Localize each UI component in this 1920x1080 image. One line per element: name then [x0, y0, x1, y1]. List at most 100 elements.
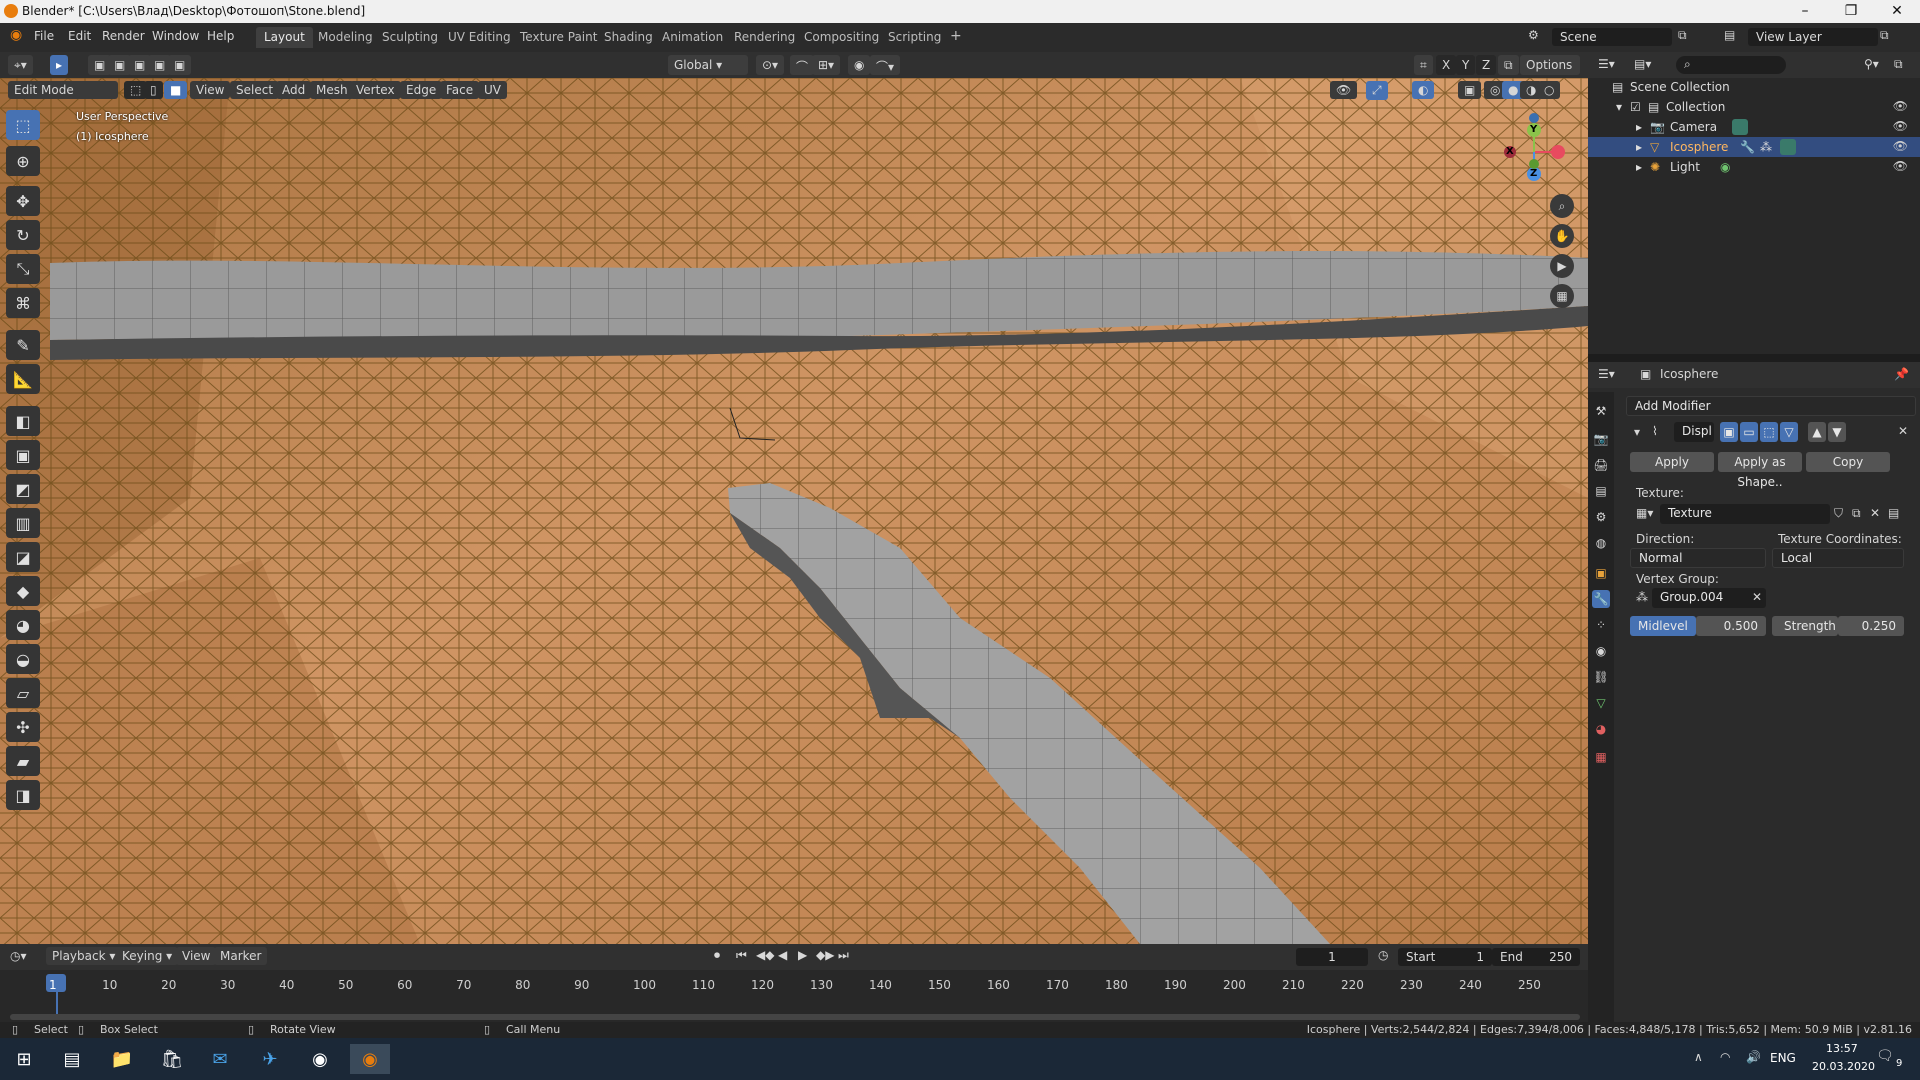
annotate-tool-icon[interactable]: ✎ — [6, 330, 40, 360]
midlevel-value[interactable]: 0.500 — [1696, 616, 1766, 636]
apply-as-shape-button[interactable]: Apply as Shape.. — [1718, 452, 1802, 489]
modifier-collapse-icon[interactable]: ▾ — [1634, 425, 1640, 439]
file-explorer-icon[interactable]: 📁 — [102, 1044, 142, 1074]
texture-browse-icon[interactable]: ▦▾ — [1636, 506, 1653, 520]
gizmo-toggle-icon[interactable]: ⤢ — [1366, 81, 1388, 100]
tab-rendering[interactable]: Rendering — [726, 27, 803, 48]
expand-icon[interactable]: ▸ — [1636, 160, 1642, 174]
rotate-tool-icon[interactable]: ↻ — [6, 220, 40, 250]
unlink-texture-icon[interactable]: ✕ — [1870, 506, 1880, 520]
tray-arrow-icon[interactable]: ∧ — [1694, 1050, 1703, 1064]
tab-uv-editing[interactable]: UV Editing — [440, 27, 519, 48]
menu-mesh[interactable]: Mesh — [310, 81, 354, 99]
show-in-editmode-icon[interactable]: ▣ — [1720, 422, 1738, 442]
move-up-icon[interactable]: ▲ — [1808, 422, 1826, 442]
shear-tool-icon[interactable]: ▰ — [6, 746, 40, 776]
menu-edge[interactable]: Edge — [400, 81, 443, 99]
show-in-viewport-icon[interactable]: ▭ — [1740, 422, 1758, 442]
outliner-camera[interactable]: ▸ 📷 Camera 👁 — [1588, 117, 1920, 137]
filter-icon[interactable]: ⚲▾ — [1864, 57, 1879, 71]
language-indicator[interactable]: ENG — [1770, 1051, 1796, 1065]
menu-select[interactable]: Select — [230, 81, 280, 99]
material-tab-icon[interactable]: ◕ — [1592, 720, 1610, 738]
tab-shading[interactable]: Shading — [596, 27, 661, 48]
edge-slide-tool-icon[interactable]: ▱ — [6, 678, 40, 708]
blender-menu-icon[interactable]: ◉ — [10, 27, 22, 43]
proportional-falloff-icon[interactable]: ⌒▾ — [870, 55, 901, 75]
strength-label[interactable]: Strength — [1772, 616, 1838, 636]
particles-tab-icon[interactable]: ⁘ — [1592, 616, 1610, 634]
mesh-data-icon[interactable] — [1780, 139, 1796, 155]
snap-toggle-icon[interactable]: ⌒ — [790, 55, 815, 75]
timeline-scrollbar[interactable] — [10, 1014, 1580, 1020]
tab-animation[interactable]: Animation — [654, 27, 731, 48]
menu-face[interactable]: Face — [440, 81, 480, 99]
expand-icon[interactable]: ▸ — [1636, 140, 1642, 154]
outliner-icosphere[interactable]: ▸ ▽ Icosphere 🔧 ⁂ 👁 — [1588, 137, 1920, 157]
new-collection-icon[interactable]: ⧉ — [1894, 57, 1903, 72]
shrink-fatten-tool-icon[interactable]: ✣ — [6, 712, 40, 742]
show-in-render-icon[interactable]: ⬚ — [1760, 422, 1778, 442]
smooth-tool-icon[interactable]: ◒ — [6, 644, 40, 674]
loop-cut-tool-icon[interactable]: ▥ — [6, 508, 40, 538]
navigation-gizmo[interactable]: X Y Z — [1490, 112, 1570, 192]
outliner-scene-collection[interactable]: ▤ Scene Collection — [1588, 77, 1920, 97]
vgroup-clear-icon[interactable]: ✕ — [1752, 590, 1762, 604]
windows-start-icon[interactable]: ⊞ — [4, 1044, 44, 1074]
notifications-icon[interactable]: 🗨 — [1876, 1048, 1894, 1064]
strength-value[interactable]: 0.250 — [1838, 616, 1904, 636]
tab-scripting[interactable]: Scripting — [880, 27, 949, 48]
world-tab-icon[interactable]: ◍ — [1592, 534, 1610, 552]
task-view-icon[interactable]: ▤ — [52, 1044, 92, 1074]
eye-icon[interactable]: 👁 — [1893, 159, 1908, 173]
rip-tool-icon[interactable]: ◨ — [6, 780, 40, 810]
expand-icon[interactable]: ▸ — [1636, 120, 1642, 134]
menu-playback[interactable]: Playback ▾ — [46, 947, 122, 965]
view-layer-tab-icon[interactable]: ▤ — [1592, 482, 1610, 500]
menu-vertex[interactable]: Vertex — [350, 81, 401, 99]
tab-compositing[interactable]: Compositing — [796, 27, 887, 48]
data-tab-icon[interactable]: ▽ — [1592, 694, 1610, 712]
remove-modifier-icon[interactable]: ✕ — [1898, 424, 1908, 438]
face-select-mode-icon[interactable]: ■ — [164, 81, 188, 99]
eye-icon[interactable]: 👁 — [1893, 119, 1908, 133]
knife-tool-icon[interactable]: ◪ — [6, 542, 40, 572]
menu-help[interactable]: Help — [207, 29, 234, 43]
close-button[interactable]: ✕ — [1874, 0, 1920, 23]
current-frame-field[interactable]: 1 — [1296, 948, 1368, 966]
vertex-group-icon[interactable]: ⁂ — [1760, 140, 1772, 154]
select-box-tool-icon[interactable]: ⬚ — [6, 110, 40, 140]
overlay-toggle-icon[interactable]: ◐ — [1412, 81, 1435, 99]
menu-marker[interactable]: Marker — [214, 947, 268, 965]
outliner-light[interactable]: ▸ ✺ Light ◉ 👁 — [1588, 157, 1920, 177]
menu-file[interactable]: File — [34, 29, 54, 43]
eye-icon[interactable]: 👁 — [1893, 139, 1908, 153]
outliner-editor-icon[interactable]: ☰▾ — [1598, 57, 1615, 71]
options-button[interactable]: Options — [1520, 55, 1580, 75]
blender-taskbar-icon[interactable]: ◉ — [350, 1044, 390, 1074]
modifier-name-field[interactable]: Displ — [1674, 422, 1714, 442]
scene-selector[interactable]: Scene — [1552, 28, 1672, 46]
tab-texture-paint[interactable]: Texture Paint — [512, 27, 605, 48]
add-modifier-dropdown[interactable]: Add Modifier — [1626, 396, 1916, 416]
vgroup-field[interactable]: Group.004 — [1652, 588, 1766, 608]
chrome-icon[interactable]: ◉ — [300, 1044, 340, 1074]
mirror-icon[interactable]: ⌗ — [1414, 55, 1433, 75]
jump-start-icon[interactable]: ⏮ — [736, 948, 747, 963]
on-cage-icon[interactable]: ▽ — [1780, 422, 1798, 442]
collection-expand-icon[interactable]: ▾ — [1616, 100, 1622, 114]
move-tool-icon[interactable]: ✥ — [6, 186, 40, 216]
collection-checkbox-icon[interactable]: ☑ — [1630, 100, 1641, 114]
physics-tab-icon[interactable]: ◉ — [1592, 642, 1610, 660]
render-tab-icon[interactable]: 📷 — [1592, 430, 1610, 448]
jump-end-icon[interactable]: ⏭ — [838, 948, 849, 963]
menu-keying[interactable]: Keying ▾ — [116, 947, 179, 965]
camera-data-icon[interactable] — [1732, 119, 1748, 135]
mesh-canvas[interactable] — [0, 78, 1588, 944]
editor-type-icon[interactable]: ⌖▾ — [8, 55, 33, 75]
new-texture-icon[interactable]: ⧉ — [1852, 506, 1861, 521]
edge-select-mode-icon[interactable]: ▯ — [144, 81, 163, 99]
ortho-toggle-icon[interactable]: ▦ — [1550, 284, 1574, 308]
transform-tool-icon[interactable]: ⌘ — [6, 288, 40, 318]
select-tool-icon[interactable]: ▸ — [50, 55, 69, 75]
